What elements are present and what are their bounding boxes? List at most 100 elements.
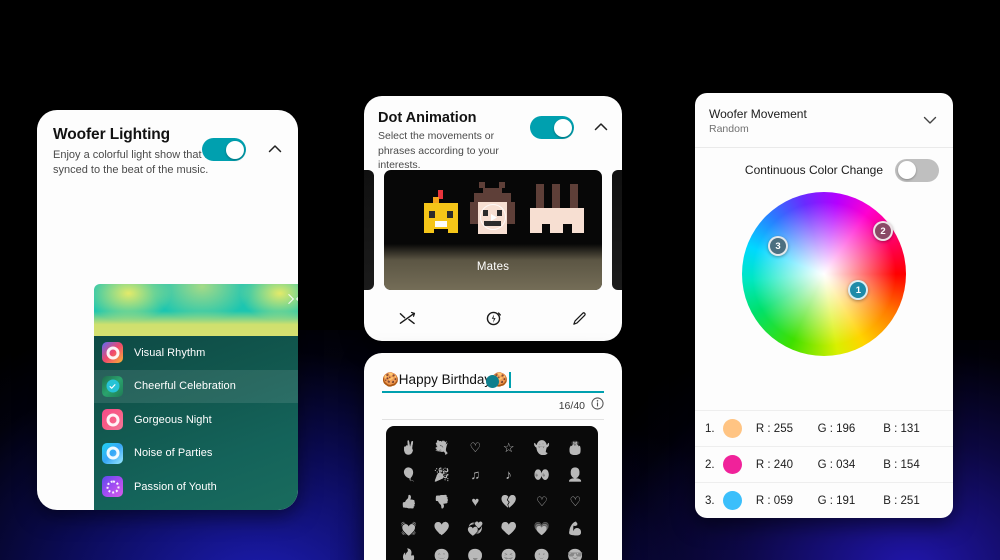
emoji-key[interactable]: 👻	[525, 440, 558, 456]
lighting-effect-row[interactable]: Noise of Parties	[94, 437, 298, 471]
woofer-lighting-card: Woofer Lighting Enjoy a colorful light s…	[37, 110, 298, 510]
emoji-key[interactable]: ✌	[392, 440, 425, 456]
text-selection-handle[interactable]	[486, 375, 499, 388]
color-wheel[interactable]: 1 2 3	[742, 192, 906, 356]
pixel-chick	[424, 190, 458, 233]
edit-pencil-icon[interactable]	[571, 310, 588, 332]
character-counter: 16/40	[558, 400, 585, 412]
emoji-key[interactable]: 💝	[492, 521, 525, 537]
loop-flash-icon[interactable]	[485, 310, 502, 332]
emoji-key[interactable]: ♪	[492, 467, 525, 482]
toggle-knob	[553, 118, 572, 137]
lighting-preview-banner	[94, 284, 298, 336]
emoji-key[interactable]: 💐	[425, 440, 458, 456]
emoji-key[interactable]: 🙂	[525, 548, 558, 560]
lighting-effect-label: Visual Rhythm	[134, 346, 206, 359]
emoji-key[interactable]: ☆	[492, 440, 525, 456]
emoji-key[interactable]: 🎉	[425, 467, 458, 483]
rgb-row-index: 3.	[705, 494, 715, 507]
carousel-peek-right[interactable]	[612, 170, 622, 290]
shuffle-icon[interactable]	[399, 310, 416, 332]
emoji-key[interactable]: 🎂	[559, 440, 592, 456]
lighting-effect-row[interactable]: Visual Rhythm	[94, 336, 298, 370]
info-circle-icon[interactable]	[591, 397, 604, 415]
carousel-active-item[interactable]: Mates	[384, 170, 602, 290]
dot-animation-actions	[364, 301, 622, 341]
rgb-row-swatch[interactable]	[722, 491, 742, 510]
woofer-movement-title: Woofer Movement	[709, 107, 807, 121]
emoji-key[interactable]: 👀	[525, 467, 558, 483]
dot-animation-carousel[interactable]: Mates	[364, 170, 622, 302]
lighting-effect-label: Passion of Youth	[134, 480, 217, 493]
lighting-effect-row[interactable]: Cheerful Celebration	[94, 369, 298, 403]
lighting-effect-row[interactable]: Passion of Youth	[94, 470, 298, 504]
rgb-channel-g: G : 191	[817, 494, 856, 507]
chevron-down-icon[interactable]	[921, 111, 939, 134]
ring-icon	[106, 346, 119, 360]
rgb-channel-r: R : 240	[755, 458, 793, 471]
rgb-color-row[interactable]: 2. R : 240 G : 034 B : 154	[695, 446, 953, 482]
emoji-key[interactable]: 😍	[459, 548, 492, 560]
continuous-color-change-toggle[interactable]	[895, 158, 939, 182]
chevron-up-icon[interactable]	[266, 140, 284, 158]
emoji-key[interactable]: 👤	[559, 467, 592, 483]
chevron-up-icon[interactable]	[592, 118, 610, 141]
emoji-key[interactable]: 💞	[459, 521, 492, 537]
emoji-key[interactable]: 👎	[425, 494, 458, 510]
rgb-row-swatch[interactable]	[722, 419, 742, 438]
dotted-ring-icon	[102, 476, 123, 498]
lighting-effects-list[interactable]: Visual Rhythm Cheerful Celebration Gorgeou…	[94, 336, 298, 510]
carousel-peek-left[interactable]	[364, 170, 374, 290]
emoji-key[interactable]: 😆	[492, 548, 525, 560]
edit-action[interactable]	[536, 310, 622, 332]
my-style-row[interactable]: My Style	[94, 504, 298, 511]
emoji-key[interactable]: 💖	[425, 521, 458, 537]
rgb-channel-b: B : 131	[883, 422, 920, 435]
woofer-lighting-header: Woofer Lighting Enjoy a colorful light s…	[37, 110, 298, 178]
check-icon	[106, 379, 119, 393]
play-icon[interactable]	[480, 204, 506, 230]
shuffle-action[interactable]	[364, 310, 450, 332]
emoji-key[interactable]: 💓	[392, 521, 425, 537]
emoji-key[interactable]: ♫	[459, 467, 492, 482]
woofer-lighting-toggle[interactable]	[202, 138, 246, 161]
emoji-key[interactable]: 😎	[559, 548, 592, 560]
loop-flash-action[interactable]	[450, 310, 536, 332]
continuous-color-change-label: Continuous Color Change	[744, 163, 883, 177]
emoji-key[interactable]: ♡	[525, 494, 558, 510]
emoji-key[interactable]: 💪	[559, 521, 592, 537]
shuffle-icon[interactable]	[288, 292, 298, 311]
rgb-channel-r: R : 255	[755, 422, 793, 435]
selected-colors-list: 1. R : 255 G : 196 B : 131 2. R : 240 G : 034 B…	[695, 410, 953, 518]
text-caret	[508, 372, 511, 388]
emoji-key[interactable]: ♡	[459, 440, 492, 456]
emoji-keyboard[interactable]: ✌ 💐 ♡ ☆ 👻 🎂 🎈 🎉 ♫ ♪ 👀 👤 👍 👎 ♥ 💔 ♡ ♡ 💓 💖 💞 💝 💗 💪 🔥 😊 😍 😆 🙂 😎	[386, 426, 598, 560]
color-wheel-marker[interactable]: 3	[768, 236, 789, 257]
lighting-effect-label: Noise of Parties	[134, 447, 213, 460]
color-wheel-marker[interactable]: 2	[873, 221, 894, 242]
rgb-color-row[interactable]: 1. R : 255 G : 196 B : 131	[695, 410, 953, 446]
dot-animation-toggle[interactable]	[530, 116, 574, 139]
emoji-key[interactable]: 🎈	[392, 467, 425, 483]
toggle-knob	[225, 140, 244, 159]
continuous-color-change-row: Continuous Color Change	[695, 148, 953, 192]
emoji-key[interactable]: 💔	[492, 494, 525, 510]
woofer-movement-header[interactable]: Woofer Movement Random	[695, 93, 953, 148]
color-wheel-marker[interactable]: 1	[848, 280, 869, 301]
emoji-keyboard-row: ✌ 💐 ♡ ☆ 👻 🎂	[392, 434, 592, 461]
rgb-color-row[interactable]: 3. R : 059 G : 191 B : 251	[695, 482, 953, 518]
phrase-input-meta: 16/40	[559, 397, 604, 415]
rgb-row-swatch[interactable]	[722, 455, 742, 474]
emoji-key[interactable]: ♡	[559, 494, 592, 510]
emoji-key[interactable]: 👍	[392, 494, 425, 510]
emoji-key[interactable]: ♥	[459, 494, 492, 509]
rgb-channel-b: B : 154	[883, 458, 920, 471]
woofer-movement-card: Woofer Movement Random Continuous Color …	[695, 93, 953, 518]
emoji-keyboard-row: 🔥 😊 😍 😆 🙂 😎	[392, 542, 592, 560]
emoji-key[interactable]: 😊	[425, 548, 458, 560]
rgb-channel-g: G : 196	[817, 422, 856, 435]
emoji-key[interactable]: 🔥	[392, 548, 425, 560]
dot-animation-subtitle: Select the movements or phrases accordin…	[378, 130, 499, 172]
lighting-effect-row[interactable]: Gorgeous Night	[94, 403, 298, 437]
emoji-key[interactable]: 💗	[525, 521, 558, 537]
